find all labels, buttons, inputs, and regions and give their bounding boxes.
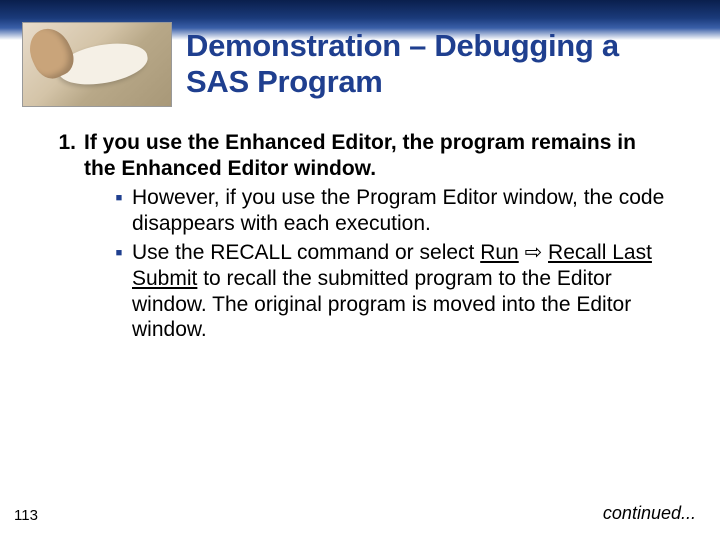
slide: Demonstration – Debugging a SAS Program …	[0, 0, 720, 540]
list-number: 1.	[56, 130, 84, 181]
sub-list-item: ■ However, if you use the Program Editor…	[106, 185, 672, 236]
sub-text: However, if you use the Program Editor w…	[132, 185, 672, 236]
body-content: 1. If you use the Enhanced Editor, the p…	[56, 130, 672, 347]
square-bullet-icon: ■	[106, 185, 132, 236]
sub-list-item: ■ Use the RECALL command or select Run ⇨…	[106, 240, 672, 342]
list-item: 1. If you use the Enhanced Editor, the p…	[56, 130, 672, 181]
continued-label: continued...	[603, 503, 696, 524]
list-text: If you use the Enhanced Editor, the prog…	[84, 130, 672, 181]
slide-title: Demonstration – Debugging a SAS Program	[186, 28, 686, 99]
sub-text: Use the RECALL command or select Run ⇨ R…	[132, 240, 672, 342]
square-bullet-icon: ■	[106, 240, 132, 342]
thumbnail-image	[22, 22, 172, 107]
sub-list: ■ However, if you use the Program Editor…	[106, 185, 672, 343]
page-number: 113	[14, 507, 38, 524]
